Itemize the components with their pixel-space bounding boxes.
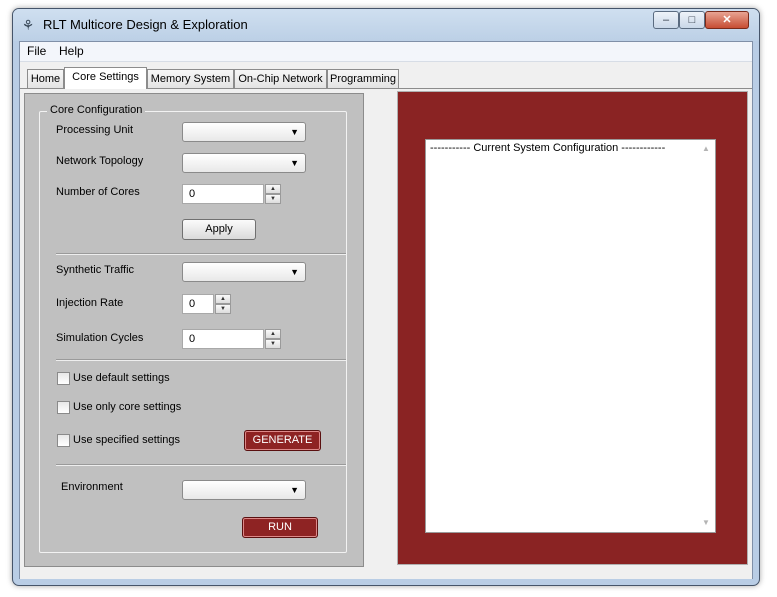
core-settings-panel: Core Configuration Processing Unit ▼ Net…	[20, 88, 752, 579]
injection-rate-stepper[interactable]: ▲ ▼	[215, 294, 231, 314]
close-icon: ✕	[722, 14, 732, 26]
tab-programming[interactable]: Programming	[327, 69, 399, 88]
synthetic-traffic-select[interactable]: ▼	[182, 262, 306, 282]
output-panel: ----------- Current System Configuration…	[397, 91, 748, 565]
simulation-cycles-input[interactable]: 0	[182, 329, 264, 349]
number-of-cores-label: Number of Cores	[56, 186, 140, 198]
synthetic-traffic-label: Synthetic Traffic	[56, 264, 135, 276]
menu-file[interactable]: File	[27, 44, 46, 58]
spin-down-icon[interactable]: ▼	[265, 339, 281, 349]
tab-memory-system[interactable]: Memory System	[147, 69, 234, 88]
chevron-down-icon: ▼	[290, 127, 299, 137]
close-button[interactable]: ✕	[705, 11, 749, 29]
scroll-down-icon[interactable]: ▼	[702, 518, 710, 527]
use-specified-label[interactable]: Use specified settings	[73, 434, 180, 446]
maximize-button[interactable]: □	[679, 11, 705, 29]
app-icon: ⚘	[21, 17, 35, 33]
minimize-button[interactable]: –	[653, 11, 679, 29]
network-topology-select[interactable]: ▼	[182, 153, 306, 173]
minimize-icon: –	[662, 14, 670, 26]
simulation-cycles-label: Simulation Cycles	[56, 332, 144, 344]
menu-help[interactable]: Help	[59, 44, 84, 58]
tab-core-settings[interactable]: Core Settings	[64, 67, 147, 89]
separator	[56, 464, 346, 466]
spin-down-icon[interactable]: ▼	[265, 194, 281, 204]
app-window: ⚘ RLT Multicore Design & Exploration – □…	[12, 8, 760, 586]
chevron-down-icon: ▼	[290, 267, 299, 277]
spin-up-icon[interactable]: ▲	[265, 184, 281, 194]
window-title: RLT Multicore Design & Exploration	[43, 17, 248, 32]
network-topology-label: Network Topology	[56, 155, 144, 167]
injection-rate-label: Injection Rate	[56, 297, 124, 309]
maximize-icon: □	[688, 14, 696, 26]
environment-select[interactable]: ▼	[182, 480, 306, 500]
use-default-checkbox[interactable]	[57, 372, 70, 385]
separator	[56, 359, 346, 361]
spin-down-icon[interactable]: ▼	[215, 304, 231, 314]
run-button[interactable]: RUN	[242, 517, 318, 538]
number-of-cores-stepper[interactable]: ▲ ▼	[265, 184, 281, 204]
use-core-only-checkbox[interactable]	[57, 401, 70, 414]
generate-button[interactable]: GENERATE	[244, 430, 321, 451]
core-config-panel: Core Configuration Processing Unit ▼ Net…	[24, 93, 364, 567]
tab-home[interactable]: Home	[27, 69, 64, 88]
environment-label: Environment	[61, 481, 123, 493]
configuration-output[interactable]: ----------- Current System Configuration…	[425, 139, 716, 533]
use-core-only-label[interactable]: Use only core settings	[73, 401, 181, 413]
processing-unit-label: Processing Unit	[56, 124, 134, 136]
spin-up-icon[interactable]: ▲	[265, 329, 281, 339]
client-area: File Help Home Core Settings Memory Syst…	[19, 41, 753, 579]
configuration-header: ----------- Current System Configuration…	[430, 142, 666, 154]
number-of-cores-input[interactable]: 0	[182, 184, 264, 204]
menu-bar: File Help	[20, 42, 752, 62]
simulation-cycles-stepper[interactable]: ▲ ▼	[265, 329, 281, 349]
tab-on-chip-network[interactable]: On-Chip Network	[234, 69, 327, 88]
apply-button[interactable]: Apply	[182, 219, 256, 240]
group-title: Core Configuration	[47, 104, 146, 116]
spin-up-icon[interactable]: ▲	[215, 294, 231, 304]
chevron-down-icon: ▼	[290, 485, 299, 495]
vertical-scrollbar[interactable]: ▲ ▼	[699, 140, 715, 532]
title-bar[interactable]: ⚘ RLT Multicore Design & Exploration – □…	[13, 9, 759, 41]
use-default-label[interactable]: Use default settings	[73, 372, 170, 384]
use-specified-checkbox[interactable]	[57, 434, 70, 447]
separator	[56, 253, 346, 255]
chevron-down-icon: ▼	[290, 158, 299, 168]
scroll-up-icon[interactable]: ▲	[702, 144, 710, 153]
processing-unit-select[interactable]: ▼	[182, 122, 306, 142]
injection-rate-input[interactable]: 0	[182, 294, 214, 314]
